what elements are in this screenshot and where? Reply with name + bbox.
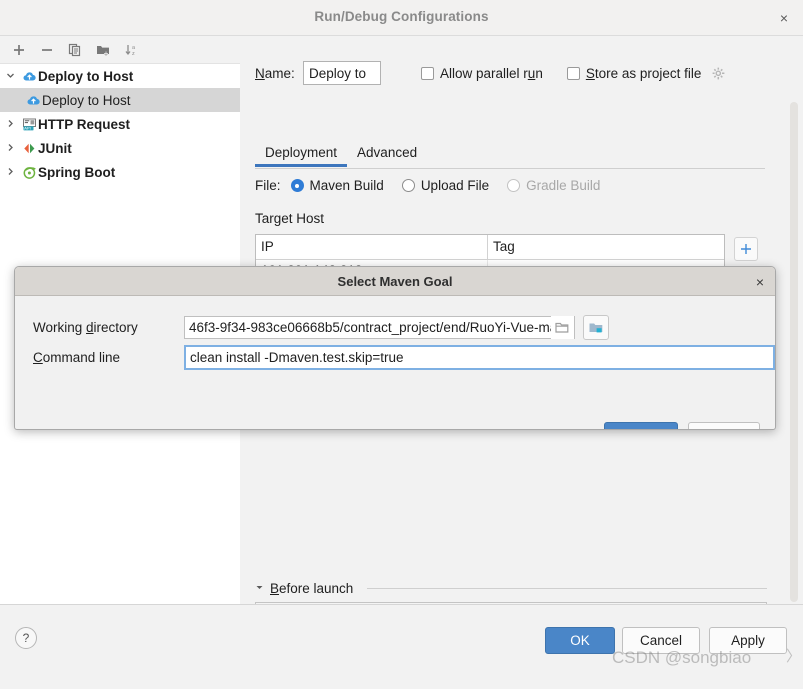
cloud-upload-icon: [24, 94, 42, 107]
window-titlebar: Run/Debug Configurations ×: [0, 0, 803, 36]
chevron-right-icon[interactable]: [0, 119, 20, 130]
junit-icon: [20, 142, 38, 155]
column-header-tag: Tag: [493, 239, 515, 254]
command-line-row: Command line: [33, 345, 775, 370]
working-directory-label: Working directory: [33, 320, 138, 335]
radio-indicator[interactable]: [401, 179, 415, 192]
sidebar-toolbar: a z: [0, 36, 240, 64]
close-icon[interactable]: ×: [775, 10, 793, 28]
radio-label: Upload File: [420, 178, 490, 193]
help-button[interactable]: ?: [15, 627, 37, 649]
tree-item-spring-boot[interactable]: Spring Boot: [0, 160, 240, 184]
maven-dialog-titlebar: Select Maven Goal ×: [15, 267, 775, 296]
cancel-button[interactable]: Cancel: [622, 627, 700, 654]
name-input[interactable]: [303, 61, 381, 85]
http-request-icon: API: [20, 118, 38, 131]
store-as-project-file-checkbox[interactable]: Store as project file: [566, 65, 726, 81]
radio-label: Gradle Build: [526, 178, 601, 193]
select-maven-goal-dialog: Select Maven Goal × Working directory 46…: [14, 266, 776, 430]
tree-item-label: HTTP Request: [38, 116, 131, 132]
tab-advanced[interactable]: Advanced: [347, 142, 427, 166]
before-launch-header[interactable]: Before launch: [255, 581, 767, 596]
allow-parallel-run-label: Allow parallel run: [440, 65, 543, 81]
svg-text:z: z: [132, 51, 135, 57]
file-type-radio-group: File: Maven Build Upload File Gradle Bui…: [255, 178, 618, 193]
allow-parallel-run-checkbox[interactable]: Allow parallel run: [421, 66, 543, 81]
tree-item-http-request[interactable]: API HTTP Request: [0, 112, 240, 136]
sort-alpha-icon[interactable]: a z: [118, 38, 144, 62]
ok-button[interactable]: OK: [545, 627, 615, 654]
before-launch-title: Before launch: [270, 581, 354, 596]
vertical-scrollbar[interactable]: [790, 102, 798, 602]
remove-configuration-button[interactable]: [34, 38, 60, 62]
tree-item-deploy-to-host[interactable]: Deploy to Host: [0, 88, 240, 112]
tree-item-junit[interactable]: JUnit: [0, 136, 240, 160]
maven-dialog-cancel-button[interactable]: Cancel: [688, 422, 760, 429]
checkbox-box[interactable]: [421, 66, 434, 80]
tree-item-label: Deploy to Host: [38, 68, 134, 84]
radio-indicator: [507, 179, 521, 192]
maven-dialog-ok-button[interactable]: OK: [604, 422, 678, 429]
run-debug-configurations-window: Run/Debug Configurations × a z Deploy to…: [0, 0, 803, 689]
close-icon[interactable]: ×: [756, 274, 764, 290]
chevron-down-icon[interactable]: [255, 583, 264, 594]
maven-dialog-body: Working directory Command line: [15, 296, 775, 429]
spring-boot-icon: [20, 166, 38, 179]
column-header-ip: IP: [256, 235, 488, 259]
cloud-upload-icon: [20, 70, 38, 83]
chevron-down-icon[interactable]: [0, 71, 20, 82]
table-header: IP Tag: [256, 235, 724, 260]
divider: [367, 588, 767, 589]
tree-item-label: Deploy to Host: [42, 92, 131, 108]
checkbox-box[interactable]: [566, 66, 580, 80]
target-host-label: Target Host: [255, 211, 325, 226]
radio-gradle-build: Gradle Build: [507, 178, 600, 193]
radio-maven-build[interactable]: Maven Build: [290, 178, 384, 193]
folder-add-icon[interactable]: [90, 38, 116, 62]
copy-icon[interactable]: [62, 38, 88, 62]
chevron-right-icon[interactable]: [0, 167, 20, 178]
command-line-input[interactable]: [184, 345, 775, 370]
name-row: Name: Allow parallel run Store as projec…: [255, 61, 725, 85]
svg-text:API: API: [24, 125, 30, 130]
radio-indicator[interactable]: [290, 179, 304, 192]
module-folder-icon[interactable]: [583, 315, 609, 340]
store-as-project-file-label: Store as project file: [585, 65, 702, 81]
apply-button[interactable]: Apply: [709, 627, 787, 654]
chevron-right-icon[interactable]: [0, 143, 20, 154]
gear-icon[interactable]: [712, 67, 725, 80]
name-label: Name:: [255, 65, 295, 81]
command-line-label: Command line: [33, 350, 121, 365]
working-directory-input[interactable]: [184, 316, 575, 339]
radio-upload-file[interactable]: Upload File: [401, 178, 490, 193]
radio-label: Maven Build: [309, 178, 384, 193]
add-target-host-button[interactable]: [734, 237, 758, 261]
editor-tabs[interactable]: Deployment Advanced: [255, 142, 765, 169]
working-directory-row: Working directory: [33, 315, 609, 340]
tree-item-label: Spring Boot: [38, 164, 116, 180]
file-label: File:: [255, 178, 281, 193]
tree-item-deploy-to-host-group[interactable]: Deploy to Host: [0, 64, 240, 88]
tab-deployment[interactable]: Deployment: [255, 142, 348, 167]
maven-dialog-title: Select Maven Goal: [337, 274, 453, 289]
tree-item-label: JUnit: [38, 140, 72, 156]
window-title: Run/Debug Configurations: [314, 9, 489, 24]
folder-open-icon[interactable]: [551, 316, 574, 339]
add-configuration-button[interactable]: [6, 38, 32, 62]
dialog-footer: ? OK Cancel Apply: [0, 604, 803, 689]
